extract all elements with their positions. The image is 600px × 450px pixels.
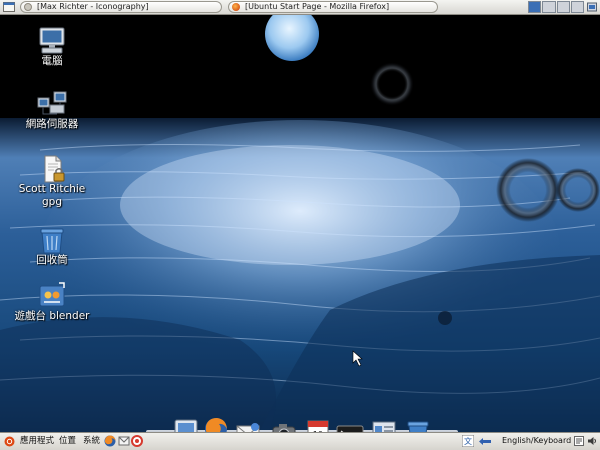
window-list-menu-icon[interactable] xyxy=(3,2,15,12)
keyboard-settings-icon[interactable] xyxy=(574,436,584,446)
taskbar-button-label: [Max Richter - Iconography] xyxy=(37,2,149,11)
bottom-panel: 應用程式 位置 系統 文 English/Keyboard xyxy=(0,432,600,450)
desktop-icon-label: 電腦 xyxy=(41,55,63,67)
system-menu[interactable]: 系統 xyxy=(83,435,100,447)
workspace-1[interactable] xyxy=(528,1,542,13)
computer-icon xyxy=(39,27,65,54)
desktop-icon-label: Scott Ritchie gpg xyxy=(18,183,86,208)
taskbar-button-iconography[interactable]: [Max Richter - Iconography] xyxy=(20,1,222,13)
taskbar-button-label: [Ubuntu Start Page - Mozilla Firefox] xyxy=(245,2,390,11)
taskbar-button-firefox[interactable]: [Ubuntu Start Page - Mozilla Firefox] xyxy=(228,1,438,13)
show-desktop-icon[interactable] xyxy=(587,2,597,12)
firefox-icon[interactable] xyxy=(104,435,116,447)
mail-icon[interactable] xyxy=(118,435,130,447)
network-servers-icon xyxy=(37,91,67,115)
desktop-icon-computer[interactable]: 電腦 xyxy=(12,27,92,68)
desktop-icon-label: 網路伺服器 xyxy=(25,118,79,130)
workspace-2[interactable] xyxy=(542,1,556,13)
top-panel: [Max Richter - Iconography] [Ubuntu Star… xyxy=(0,0,600,15)
desktop-icon-label: 回收筒 xyxy=(36,254,68,266)
keyboard-layout-icon[interactable] xyxy=(478,437,492,446)
terminal-window-icon xyxy=(24,3,32,11)
blender-shortcut-icon xyxy=(39,282,65,307)
trash-icon xyxy=(40,228,64,254)
applications-menu[interactable]: 應用程式 xyxy=(20,435,54,447)
moon xyxy=(265,7,319,61)
workspace-4[interactable] xyxy=(570,1,584,13)
desktop-icon-trash[interactable]: 回收筒 xyxy=(12,226,92,267)
volume-icon[interactable] xyxy=(587,436,597,446)
places-menu[interactable]: 位置 xyxy=(59,435,76,447)
gpg-key-file-icon xyxy=(44,155,65,183)
workspace-3[interactable] xyxy=(556,1,570,13)
ubuntu-logo-icon xyxy=(4,436,15,447)
desktop-icon-label: 遊戲台 blender xyxy=(14,310,90,322)
svg-text:文: 文 xyxy=(464,436,472,446)
desktop-icon-gpg-key[interactable]: Scott Ritchie gpg xyxy=(12,155,92,209)
help-icon[interactable] xyxy=(131,435,143,447)
input-method-icon[interactable]: 文 xyxy=(462,435,474,447)
workspace-switcher xyxy=(528,1,584,13)
firefox-icon xyxy=(232,3,240,11)
desktop-icon-network-servers[interactable]: 網路伺服器 xyxy=(12,90,92,131)
keyboard-layout-label[interactable]: English/Keyboard xyxy=(502,436,571,446)
desktop-icon-blender[interactable]: 遊戲台 blender xyxy=(12,282,92,323)
